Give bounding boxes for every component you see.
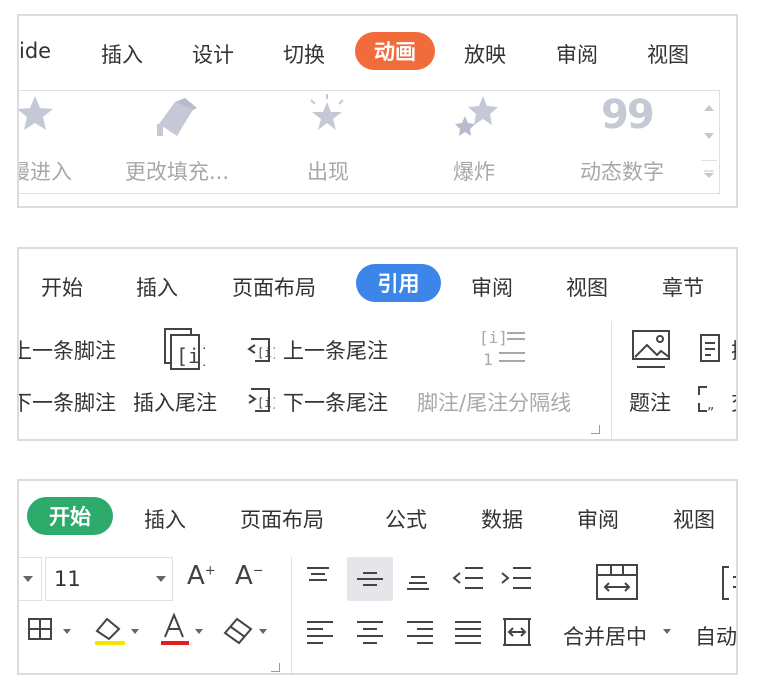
next-endnote-icon: [i] [245,385,275,413]
justify-icon[interactable] [453,619,483,645]
gallery-scroll-down[interactable] [701,124,717,148]
next-footnote-button[interactable]: 下一条脚注 [19,387,116,417]
font-size-box[interactable]: 11 [45,557,173,601]
tab-chapter[interactable]: 章节 [662,272,704,302]
group-divider [291,557,292,673]
tab-home-active[interactable]: 开始 [27,497,113,535]
gallery-item-slow-in[interactable]: 慢进入 [19,156,72,186]
svg-text:[i]: [i] [257,396,275,410]
tab-transition[interactable]: 切换 [283,39,325,69]
home-ribbon-panel: 开始 插入 页面布局 公式 数据 审阅 视图 11 A+ A− 合并居中 自动 [17,479,738,675]
insert-endnote-icon: [i] [159,327,205,371]
auto-wrap-icon[interactable] [719,565,736,601]
gallery-item-dynamic-number[interactable]: 动态数字 [580,156,664,186]
tab-design[interactable]: 设计 [192,39,234,69]
svg-text:[i]: [i] [479,328,508,347]
svg-text:[i]: [i] [257,346,275,360]
gallery-expand[interactable] [701,160,717,187]
cross-reference-icon: „ [695,385,725,413]
increase-font-size-icon[interactable]: A+ [187,561,216,591]
font-name-dropdown[interactable] [19,557,42,601]
tab-formula[interactable]: 公式 [385,504,427,534]
font-size-chevron-icon[interactable] [156,576,166,582]
merge-center-icon[interactable] [595,563,639,601]
tab-review[interactable]: 审阅 [556,39,598,69]
group-launcher-icon[interactable] [591,425,600,434]
paint-bucket-icon [155,96,203,138]
tab-insert[interactable]: 插入 [101,39,143,69]
decrease-font-size-icon[interactable]: A− [235,561,264,591]
align-middle-button[interactable] [347,557,393,601]
merge-center-button[interactable]: 合并居中 [563,621,647,651]
tab-slideshow[interactable]: 放映 [464,39,506,69]
footnote-separator-icon: [i] 1 [479,325,527,369]
increase-indent-icon[interactable] [499,565,533,591]
number-99-icon: 99 [601,92,655,138]
align-top-icon[interactable] [303,565,333,589]
tab-review[interactable]: 审阅 [471,272,513,302]
gallery-item-change-fill[interactable]: 更改填充... [125,156,229,186]
prev-endnote-button[interactable]: 上一条尾注 [283,335,388,365]
group-divider [611,321,612,439]
align-right-icon[interactable] [405,619,435,645]
references-ribbon-panel: 开始 插入 页面布局 引用 审阅 视图 章节 上一条脚注 下一条脚注 [i] 插… [17,247,738,441]
group-launcher-icon[interactable] [271,663,280,672]
insert-table-of-figures-button[interactable]: 插 [731,335,736,365]
animation-ribbon-panel: ide 插入 设计 切换 动画 放映 审阅 视图 慢进入 更改填充... 出现 … [17,14,738,208]
tab-view[interactable]: 视图 [647,39,689,69]
svg-text:„: „ [707,397,714,413]
star-icon [19,94,55,132]
tab-insert[interactable]: 插入 [136,272,178,302]
insert-endnote-button[interactable]: 插入尾注 [133,387,217,417]
tab-home[interactable]: 开始 [41,272,83,302]
merge-center-chevron-icon[interactable] [663,629,671,634]
align-left-icon[interactable] [305,619,335,645]
align-center-icon[interactable] [355,619,385,645]
tab-data[interactable]: 数据 [481,504,523,534]
prev-endnote-icon: [i] [245,335,275,363]
burst-star-icon [305,94,349,136]
tab-view[interactable]: 视图 [566,272,608,302]
tab-slide[interactable]: ide [19,39,51,63]
decrease-indent-icon[interactable] [451,565,485,591]
fill-color-icon[interactable] [91,613,141,647]
svg-text:1: 1 [483,350,493,369]
gallery-item-appear[interactable]: 出现 [307,156,349,186]
clear-format-icon[interactable] [221,615,271,645]
align-bottom-icon[interactable] [403,567,433,591]
tab-page-layout[interactable]: 页面布局 [232,272,316,302]
auto-wrap-button[interactable]: 自动 [695,621,736,651]
explode-stars-icon [453,94,501,138]
caption-button[interactable]: 题注 [629,387,671,417]
prev-footnote-button[interactable]: 上一条脚注 [19,335,116,365]
borders-icon[interactable] [27,615,73,645]
gallery-item-explode[interactable]: 爆炸 [453,156,495,186]
tab-references-active[interactable]: 引用 [356,264,441,302]
font-size-value[interactable]: 11 [54,567,81,591]
footnote-separator-button[interactable]: 脚注/尾注分隔线 [417,387,571,417]
cross-reference-button[interactable]: 交 [731,387,736,417]
caption-icon [631,329,673,371]
insert-table-of-figures-icon [697,333,723,363]
tab-page-layout[interactable]: 页面布局 [240,504,324,534]
tab-view[interactable]: 视图 [673,504,715,534]
next-endnote-button[interactable]: 下一条尾注 [283,387,388,417]
gallery-scroll-up[interactable] [701,96,717,120]
tab-insert[interactable]: 插入 [144,504,186,534]
align-middle-icon [357,572,383,586]
distributed-align-icon[interactable] [501,617,533,647]
font-color-icon[interactable] [157,613,207,647]
tab-review[interactable]: 审阅 [577,504,619,534]
tab-animation-active[interactable]: 动画 [355,32,435,70]
svg-text:[i]: [i] [176,344,205,368]
